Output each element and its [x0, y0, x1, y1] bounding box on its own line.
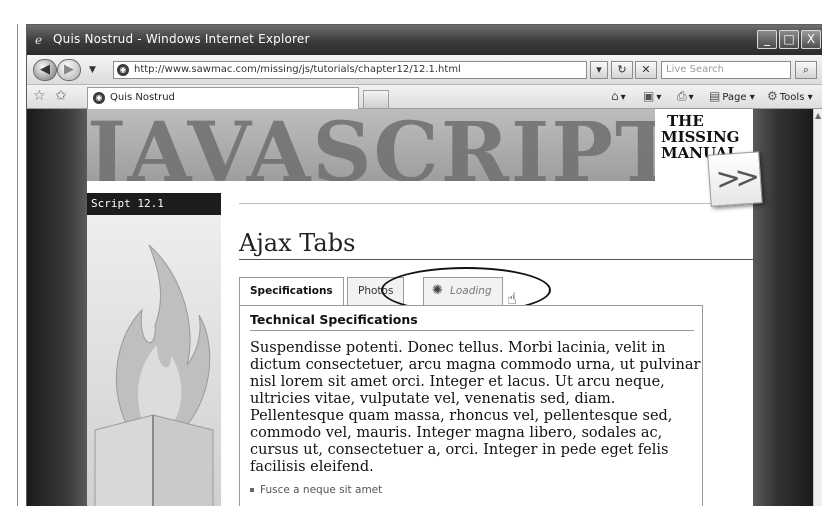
- page-background-right: [753, 109, 813, 506]
- stop-icon[interactable]: ✕: [635, 61, 657, 79]
- vertical-scrollbar[interactable]: ▲: [813, 109, 822, 506]
- ie-logo-icon: ℯ: [35, 33, 43, 47]
- tab-toolbar: ☆ ✩ ◉ Quis Nostrud ⌂ ▾ ▣ ▾ ⎙ ▾ ▤ Page ▾ ⚙ Too…: [27, 85, 822, 109]
- add-favorite-icon[interactable]: ✩: [55, 88, 67, 104]
- page-menu-label: Page: [722, 92, 747, 103]
- title-bar[interactable]: ℯ Quis Nostrud - Windows Internet Explor…: [27, 25, 822, 55]
- banner-logo-word: JAVASCRIPT: [87, 109, 678, 181]
- list-item-text: Fusce a neque sit amet: [260, 484, 383, 496]
- frame-edge: [17, 24, 18, 506]
- script-label: Script 12.1: [87, 193, 221, 215]
- address-dropdown-button[interactable]: ▾: [590, 61, 608, 79]
- browser-window: ℯ Quis Nostrud - Windows Internet Explor…: [26, 24, 822, 506]
- forward-arrow-icon[interactable]: ▶: [57, 59, 81, 81]
- search-placeholder: Live Search: [666, 64, 724, 75]
- address-text: http://www.sawmac.com/missing/js/tutoria…: [134, 64, 461, 75]
- address-toolbar: ◀ ▶ ▼ ◉ http://www.sawmac.com/missing/js…: [27, 55, 822, 85]
- window-title: Quis Nostrud - Windows Internet Explorer: [53, 32, 310, 46]
- new-tab-button[interactable]: [363, 90, 389, 108]
- close-button[interactable]: X: [801, 30, 821, 49]
- title-rule: [239, 259, 753, 260]
- page-title: Ajax Tabs: [239, 229, 356, 257]
- refresh-icon[interactable]: ↻: [611, 61, 633, 79]
- scroll-up-icon[interactable]: ▲: [815, 111, 821, 120]
- site-banner: JAVASCRIPT THE MISSING MANUAL: [87, 109, 753, 181]
- panel-paragraph: Suspendisse potenti. Donec tellus. Morbi…: [250, 340, 701, 475]
- home-icon[interactable]: ⌂ ▾: [611, 89, 626, 103]
- feeds-icon[interactable]: ▣ ▾: [643, 89, 661, 103]
- history-dropdown-icon[interactable]: ▼: [89, 65, 96, 75]
- tab-panel: Technical Specifications Suspendisse pot…: [239, 305, 703, 506]
- tools-menu[interactable]: ⚙ Tools ▾: [767, 89, 813, 103]
- page-icon: ▤: [709, 89, 721, 103]
- gear-icon: ⚙: [767, 89, 778, 103]
- flaming-book-illustration: [94, 244, 214, 506]
- maximize-button[interactable]: □: [779, 30, 799, 49]
- search-icon[interactable]: ⌕: [795, 61, 817, 79]
- panel-heading: Technical Specifications: [250, 312, 694, 331]
- next-arrow-button[interactable]: >>: [707, 151, 763, 207]
- tab-label: Quis Nostrud: [110, 92, 175, 103]
- screenshot-stage: ℯ Quis Nostrud - Windows Internet Explor…: [0, 0, 822, 506]
- tab-quis-nostrud[interactable]: ◉ Quis Nostrud: [87, 87, 359, 109]
- minimize-button[interactable]: _: [757, 30, 777, 49]
- page-background-left: [27, 109, 87, 506]
- tab-specifications[interactable]: Specifications: [239, 277, 344, 306]
- search-input[interactable]: Live Search: [661, 61, 791, 79]
- tools-menu-label: Tools: [779, 92, 805, 103]
- list-item: Fusce a neque sit amet: [250, 484, 382, 496]
- back-arrow-icon[interactable]: ◀: [33, 59, 57, 81]
- address-input[interactable]: ◉ http://www.sawmac.com/missing/js/tutor…: [113, 61, 587, 79]
- tab-favicon-icon: ◉: [93, 92, 105, 104]
- content-top-rule: [239, 203, 753, 204]
- print-icon[interactable]: ⎙ ▾: [677, 89, 694, 104]
- page-viewport: JAVASCRIPT THE MISSING MANUAL Script 12.…: [27, 109, 822, 506]
- bullet-icon: [250, 488, 254, 492]
- web-page: JAVASCRIPT THE MISSING MANUAL Script 12.…: [87, 109, 753, 506]
- favorites-star-icon[interactable]: ☆: [33, 88, 46, 104]
- site-favicon-icon: ◉: [117, 64, 129, 76]
- left-column: [87, 215, 221, 506]
- banner-line-2: MISSING: [661, 128, 740, 146]
- page-menu[interactable]: ▤ Page ▾: [709, 89, 755, 103]
- banner-line-1: THE: [667, 112, 704, 130]
